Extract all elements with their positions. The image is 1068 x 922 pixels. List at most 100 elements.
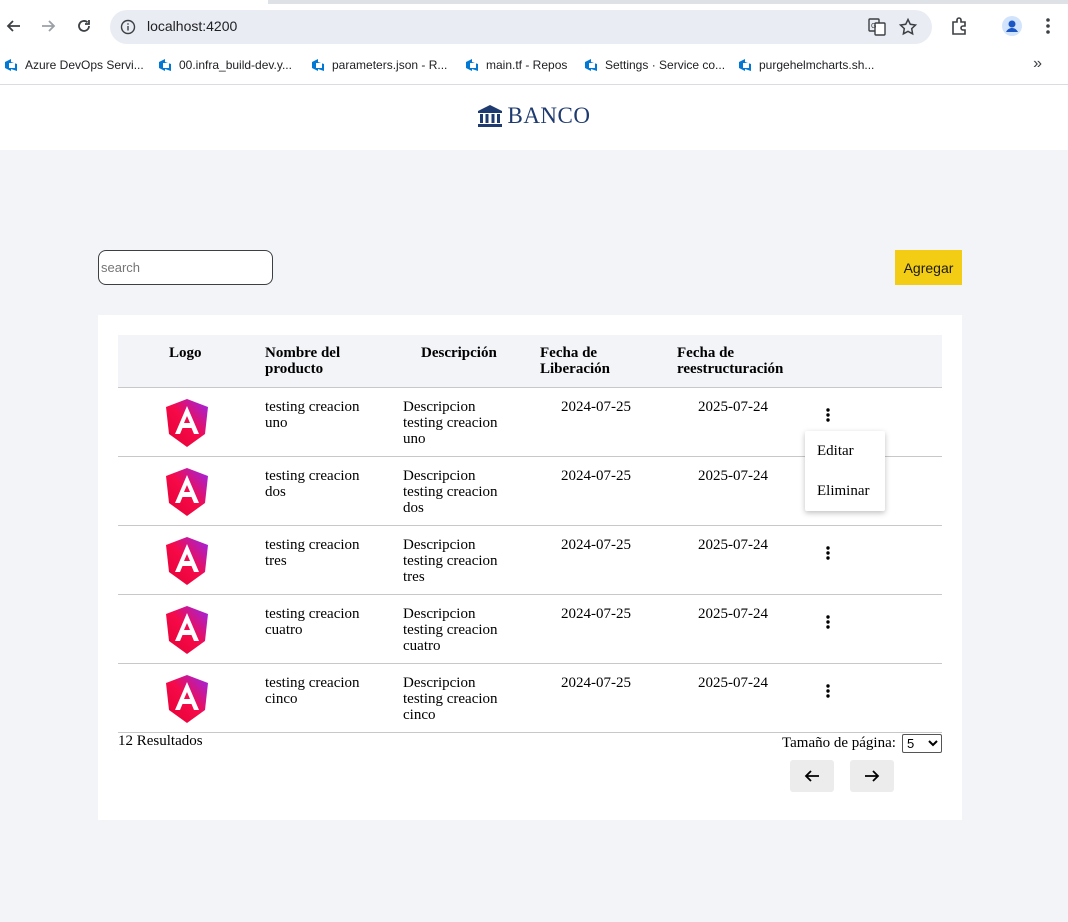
previous-page-button[interactable] — [790, 760, 834, 792]
results-count: 12 Resultados — [118, 733, 203, 749]
bookmark-item[interactable]: main.tf - Repos — [464, 55, 567, 75]
tab-strip — [0, 0, 1068, 4]
description-line: dos — [403, 500, 424, 516]
azure-devops-icon — [5, 59, 17, 71]
description-line: testing creacion — [403, 415, 498, 431]
bookmark-label: Settings · Service co... — [605, 58, 726, 72]
bookmark-item[interactable]: parameters.json - R... — [310, 55, 447, 75]
bookmark-item[interactable]: purgehelmcharts.sh... — [737, 55, 874, 75]
edit-menu-item[interactable]: Editar — [817, 443, 854, 460]
column-header-release-line2: Liberación — [540, 361, 610, 377]
product-name-line: dos — [265, 484, 286, 500]
product-name-line: testing creacion — [265, 606, 360, 622]
column-header-logo: Logo — [169, 345, 202, 361]
product-description: Descripcion testing creacion cuatro — [403, 606, 498, 654]
address-bar[interactable]: localhost:4200 G — [110, 10, 932, 44]
angular-logo-icon — [166, 468, 208, 516]
reload-icon[interactable] — [72, 14, 96, 38]
angular-logo-icon — [166, 399, 208, 447]
azure-devops-icon — [585, 59, 597, 71]
bookmark-label: purgehelmcharts.sh... — [759, 58, 875, 72]
restructure-date: 2025-07-24 — [698, 675, 768, 691]
description-line: testing creacion — [403, 622, 498, 638]
product-name: testing creacion tres — [265, 537, 360, 569]
column-header-name: Nombre del producto — [265, 345, 340, 377]
restructure-date: 2025-07-24 — [698, 468, 768, 484]
product-name: testing creacion uno — [265, 399, 360, 431]
active-tab[interactable] — [0, 0, 268, 4]
bookmark-item[interactable]: 00.infra_build-dev.y... — [157, 55, 292, 75]
site-info-icon[interactable] — [120, 19, 136, 35]
page-size-label: Tamaño de página: — [782, 735, 896, 751]
bank-icon — [478, 105, 503, 127]
column-header-restructure-line2: reestructuración — [677, 361, 784, 377]
description-line: Descripcion — [403, 606, 476, 622]
url-text[interactable]: localhost:4200 — [147, 18, 237, 34]
azure-devops-icon — [739, 59, 751, 71]
bookmark-item[interactable]: Settings · Service co... — [583, 55, 725, 75]
arrow-right-icon — [865, 770, 880, 782]
more-bookmarks-icon[interactable]: » — [1033, 55, 1042, 73]
product-name-line: testing creacion — [265, 675, 360, 691]
description-line: Descripcion — [403, 468, 476, 484]
brand: BANCO — [0, 103, 1068, 129]
angular-logo-icon — [166, 675, 208, 723]
chrome-menu-icon[interactable] — [1037, 15, 1059, 37]
add-button[interactable]: Agregar — [895, 250, 962, 285]
product-name-line: testing creacion — [265, 468, 360, 484]
table-header: Logo Nombre del producto Descripción Fec… — [118, 335, 942, 388]
restructure-date: 2025-07-24 — [698, 537, 768, 553]
svg-text:G: G — [871, 23, 876, 30]
back-icon[interactable] — [2, 14, 26, 38]
bookmark-item[interactable]: Azure DevOps Servi... — [3, 55, 144, 75]
more-vert-icon[interactable] — [818, 405, 838, 425]
page-size-select[interactable]: 5 — [902, 734, 942, 753]
release-date: 2024-07-25 — [561, 675, 631, 691]
description-line: tres — [403, 569, 425, 585]
restructure-date: 2025-07-24 — [698, 606, 768, 622]
delete-menu-item[interactable]: Eliminar — [817, 483, 870, 500]
products-card: Logo Nombre del producto Descripción Fec… — [98, 315, 962, 820]
profile-avatar-icon[interactable] — [1001, 15, 1023, 37]
angular-logo-icon — [166, 537, 208, 585]
product-name-line: cuatro — [265, 622, 303, 638]
release-date: 2024-07-25 — [561, 537, 631, 553]
column-header-release-date: Fecha de Liberación — [540, 345, 610, 377]
release-date: 2024-07-25 — [561, 606, 631, 622]
product-description: Descripcion testing creacion dos — [403, 468, 498, 516]
azure-devops-icon — [312, 59, 324, 71]
more-vert-icon[interactable] — [818, 681, 838, 701]
bookmark-label: Azure DevOps Servi... — [25, 58, 144, 72]
brand-name: BANCO — [507, 103, 591, 128]
description-line: Descripcion — [403, 399, 476, 415]
bookmark-star-icon[interactable] — [898, 17, 918, 37]
more-vert-icon[interactable] — [818, 612, 838, 632]
translate-icon[interactable]: G — [868, 18, 886, 36]
bookmark-label: 00.infra_build-dev.y... — [179, 58, 292, 72]
table-row: testing creacion cinco Descripcion testi… — [118, 664, 942, 733]
column-header-name-line2: producto — [265, 361, 324, 377]
product-description: Descripcion testing creacion uno — [403, 399, 498, 447]
description-line: cuatro — [403, 638, 441, 654]
next-page-button[interactable] — [850, 760, 894, 792]
extensions-icon[interactable] — [948, 15, 970, 37]
column-header-restructure-date: Fecha de reestructuración — [677, 345, 783, 377]
description-line: testing creacion — [403, 484, 498, 500]
release-date: 2024-07-25 — [561, 468, 631, 484]
product-name-line: uno — [265, 415, 288, 431]
column-header-restructure-line1: Fecha de — [677, 345, 735, 361]
browser-chrome: localhost:4200 G Azure DevOps Servi... 0… — [0, 0, 1068, 85]
search-input[interactable] — [98, 250, 273, 285]
product-description: Descripcion testing creacion cinco — [403, 675, 498, 723]
product-name: testing creacion cinco — [265, 675, 360, 707]
azure-devops-icon — [466, 59, 478, 71]
azure-devops-icon — [159, 59, 171, 71]
forward-icon[interactable] — [36, 14, 60, 38]
angular-logo-icon — [166, 606, 208, 654]
restructure-date: 2025-07-24 — [698, 399, 768, 415]
description-line: Descripcion — [403, 675, 476, 691]
product-name-line: cinco — [265, 691, 298, 707]
row-actions-menu: Editar Eliminar — [805, 431, 885, 511]
description-line: Descripcion — [403, 537, 476, 553]
more-vert-icon[interactable] — [818, 543, 838, 563]
